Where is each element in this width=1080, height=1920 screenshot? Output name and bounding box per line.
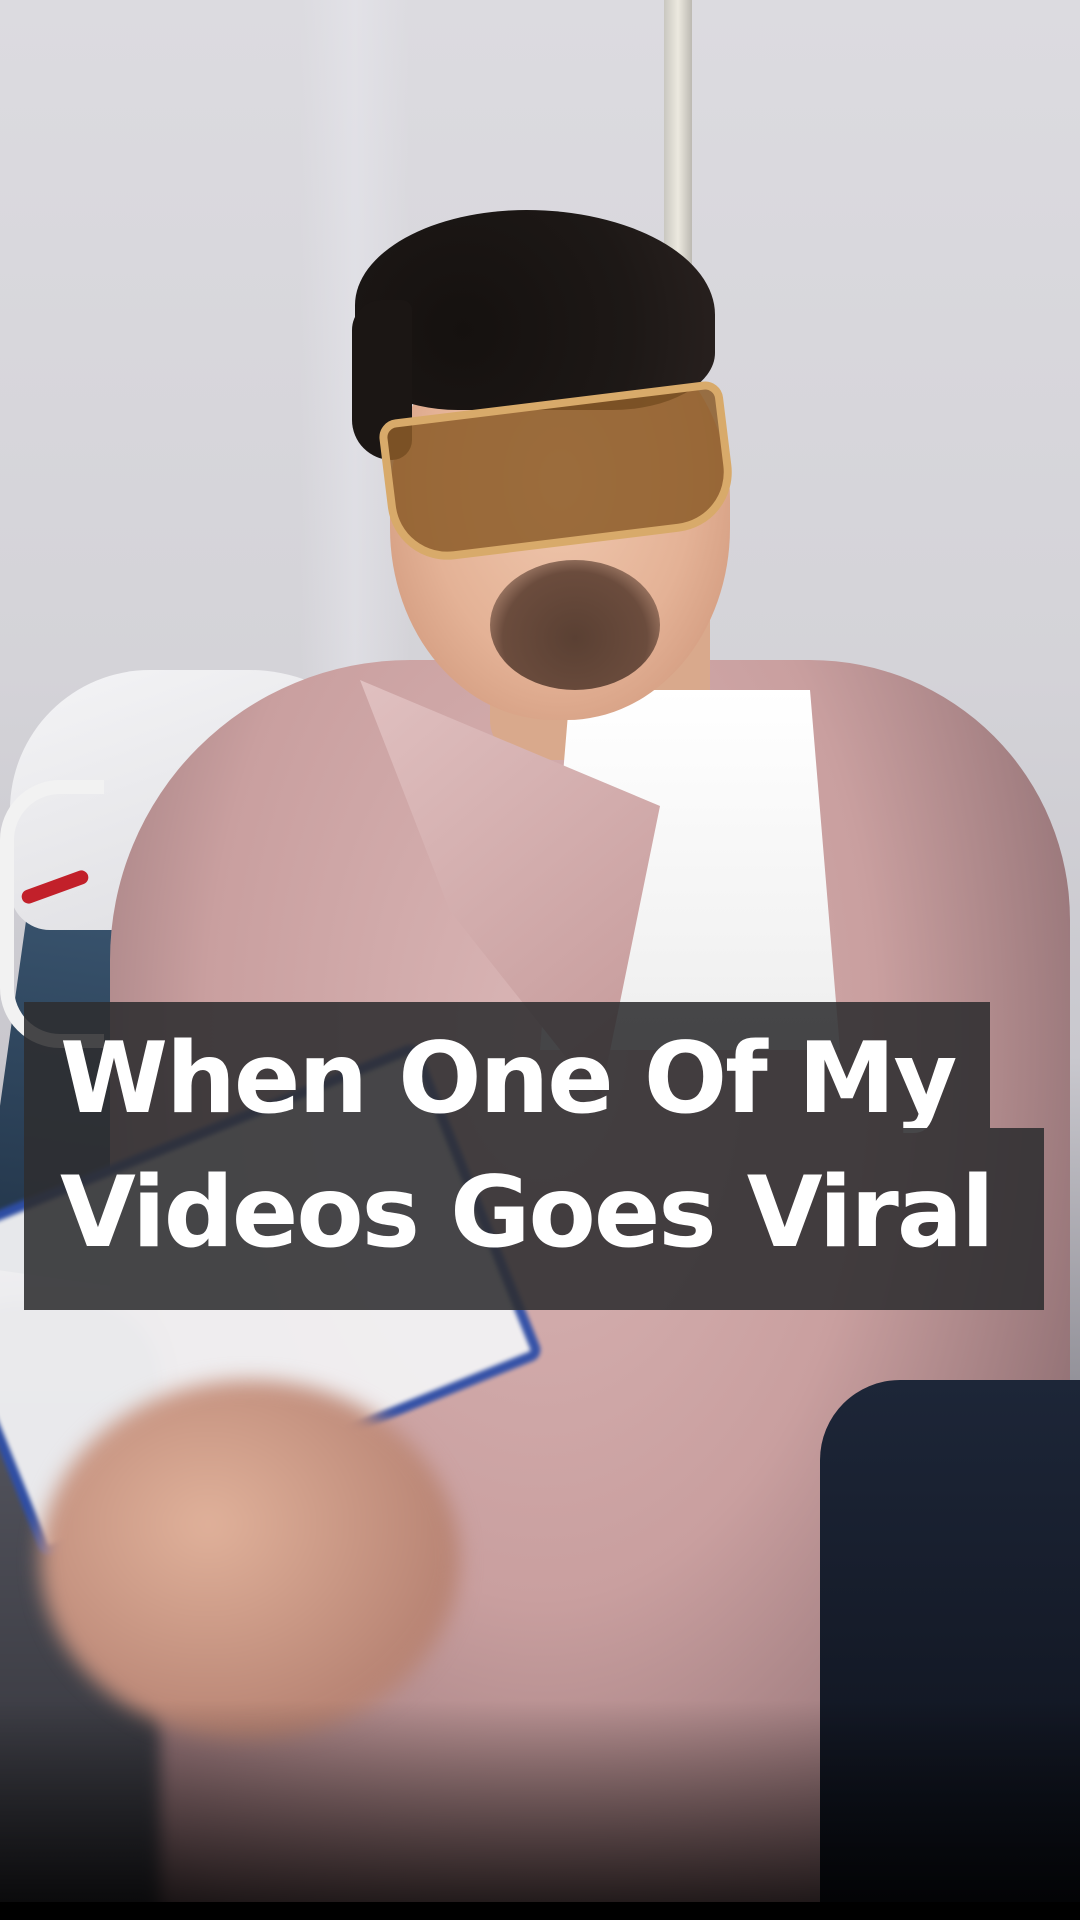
foreground-hand (40, 1380, 460, 1740)
video-frame: When One Of My Videos Goes Viral (0, 0, 1080, 1920)
wall-post (664, 0, 692, 270)
caption-line-1: When One Of My (24, 1002, 990, 1128)
bottom-shadow (0, 1700, 1080, 1920)
caption-line-2: Videos Goes Viral (24, 1128, 1044, 1310)
bottom-bar (0, 1902, 1080, 1920)
goatee (490, 560, 660, 690)
